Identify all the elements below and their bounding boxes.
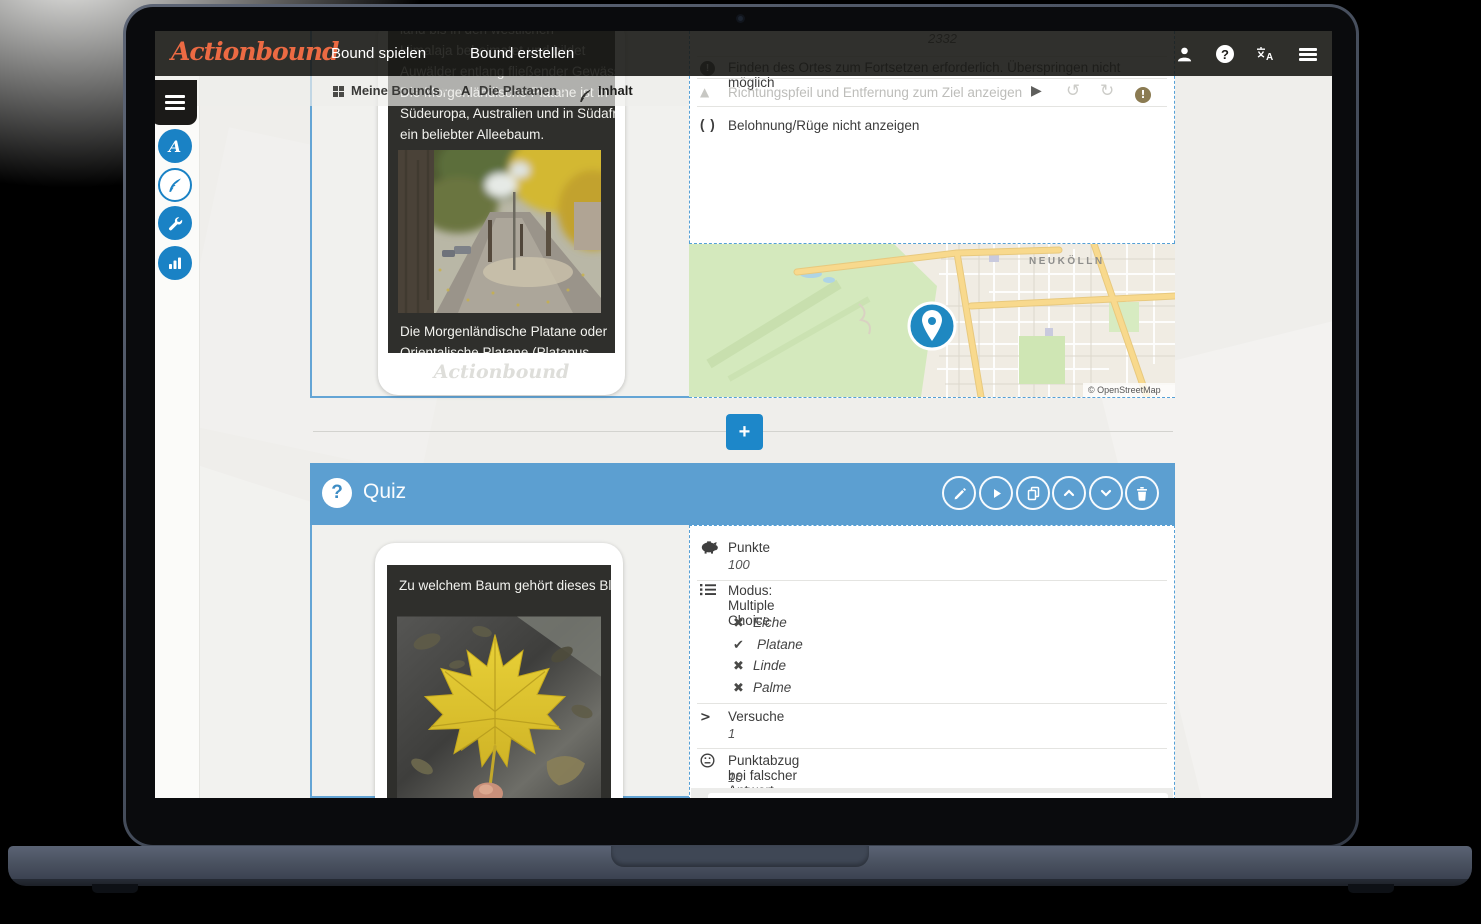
top-navbar: Actionbound Bound spielen Bound erstelle… xyxy=(155,31,1332,76)
feather-icon xyxy=(579,84,592,98)
breadcrumb-my-bounds[interactable]: Meine Bounds xyxy=(351,76,440,106)
nav-bound-spielen[interactable]: Bound spielen xyxy=(317,31,440,76)
laptop-foot xyxy=(1348,884,1394,893)
row-divider xyxy=(697,78,1167,79)
grid-icon xyxy=(333,86,344,97)
setting-row-attempts: > Versuche 1 xyxy=(700,709,711,725)
map-green-patch xyxy=(1019,336,1065,384)
laptop-base xyxy=(8,846,1472,886)
sidebar-settings-button[interactable] xyxy=(158,206,192,240)
move-up-button[interactable] xyxy=(1052,476,1086,510)
chevron-right-icon: > xyxy=(700,710,711,725)
answer-input[interactable] xyxy=(708,793,1168,798)
quiz-option-row: ✖ Palme xyxy=(733,680,744,696)
phone-screen: Zu welchem Baum gehört dieses Blatt? xyxy=(387,565,611,798)
map-district-label: NEUKÖLLN xyxy=(1029,254,1105,267)
nav-bound-erstellen[interactable]: Bound erstellen xyxy=(456,31,588,76)
add-element-button[interactable]: + xyxy=(726,414,763,450)
setting-row-reward: ( ) Belohnung/Rüge nicht anzeigen xyxy=(700,117,1170,132)
phone-text-line: Südeuropa, Australien und in Südafrika xyxy=(400,103,615,124)
laptop-lid: 2332 ! Finden des Ortes zum Fortsetzen e… xyxy=(123,4,1359,848)
play-icon[interactable]: ▶ xyxy=(1031,83,1042,99)
help-icon[interactable]: ? xyxy=(1213,42,1237,66)
setting-row-direction: ▲ Richtungspfeil und Entfernung zum Ziel… xyxy=(700,84,1050,99)
duplicate-button[interactable] xyxy=(1016,476,1050,510)
sidebar-bound-button[interactable]: A xyxy=(158,129,192,163)
row-divider xyxy=(697,106,1167,107)
quiz-section-title: Quiz xyxy=(363,480,406,504)
quiz-option-row: ✔ Platane xyxy=(733,637,744,653)
laptop-base-edge xyxy=(8,879,1472,886)
webcam-dot xyxy=(738,16,743,21)
breadcrumb-content[interactable]: Inhalt xyxy=(598,76,633,106)
laptop-mockup: 2332 ! Finden des Ortes zum Fortsetzen e… xyxy=(0,0,1481,924)
cross-icon: ✖ xyxy=(733,681,744,696)
row-divider xyxy=(697,748,1167,749)
phone-caption-line: Die Morgenländische Platane oder xyxy=(400,321,607,342)
setting-row-mode: Modus: Multiple Choice xyxy=(700,583,716,599)
phone-brand-embossed: Actionbound xyxy=(378,361,625,383)
quiz-question-text: Zu welchem Baum gehört dieses Blatt? xyxy=(399,575,611,596)
menu-icon[interactable] xyxy=(1296,42,1320,66)
avenue-photo xyxy=(398,150,601,313)
parentheses-icon: ( ) xyxy=(700,117,716,132)
phone-preview-quiz: Zu welchem Baum gehört dieses Blatt? xyxy=(375,543,623,798)
quiz-question-icon: ? xyxy=(322,478,352,508)
translate-icon[interactable]: A xyxy=(1254,42,1278,66)
option-label: Linde xyxy=(753,658,786,673)
breadcrumb-bound-name[interactable]: Die Platanen xyxy=(479,76,557,106)
map-marker-icon xyxy=(909,303,955,349)
quiz-option-row: ✖ Eiche xyxy=(733,615,744,631)
cross-icon: ✖ xyxy=(733,616,744,631)
redo-icon[interactable]: ↻ xyxy=(1100,81,1114,101)
attempts-value: 1 xyxy=(728,726,735,741)
setting-label: Belohnung/Rüge nicht anzeigen xyxy=(728,118,919,133)
setting-row-penalty: Punktabzug bei falscher Antwort 10 xyxy=(700,753,715,771)
row-divider xyxy=(697,703,1167,704)
phone-caption-line: Orientalische Platane (Platanus xyxy=(400,342,589,353)
points-value: 100 xyxy=(728,557,750,572)
actionbound-logo[interactable]: Actionbound xyxy=(171,37,339,66)
delete-button[interactable] xyxy=(1125,476,1159,510)
quiz-option-row: ✖ Linde xyxy=(733,658,744,674)
edit-button[interactable] xyxy=(942,476,976,510)
cross-icon: ✖ xyxy=(733,659,744,674)
setting-label-disabled: Richtungspfeil und Entfernung zum Ziel a… xyxy=(728,85,1022,100)
sidebar-content-button[interactable] xyxy=(158,168,192,202)
map-attribution: © OpenStreetMap xyxy=(1088,385,1161,395)
list-icon xyxy=(700,584,716,599)
chevron-separator-icon: › xyxy=(561,76,566,106)
laptop-foot xyxy=(92,884,138,893)
sad-face-icon xyxy=(700,756,715,771)
chevron-separator-icon: › xyxy=(441,76,446,106)
points-label: Punkte xyxy=(728,540,770,555)
sidebar-stats-button[interactable] xyxy=(158,246,192,280)
option-label: Platane xyxy=(757,637,803,652)
phone-text-line: ein beliebter Alleebaum. xyxy=(400,124,544,145)
points-piggy-icon xyxy=(700,542,718,557)
browser-screen: 2332 ! Finden des Ortes zum Fortsetzen e… xyxy=(155,31,1332,798)
row-divider xyxy=(697,580,1167,581)
breadcrumb: Meine Bounds › A Die Platanen › Inhalt xyxy=(155,76,689,106)
setting-row-points: Punkte 100 xyxy=(700,540,718,557)
warning-icon[interactable]: ! xyxy=(1135,83,1151,103)
bound-a-icon: A xyxy=(461,76,470,106)
undo-icon[interactable]: ↺ xyxy=(1066,81,1080,101)
penalty-value: 10 xyxy=(728,770,742,785)
user-icon[interactable] xyxy=(1172,42,1196,66)
location-arrow-icon: ▲ xyxy=(700,85,709,99)
map[interactable]: NEUKÖLLN © OpenStreetMap xyxy=(689,243,1175,396)
laptop-base-notch xyxy=(611,846,869,867)
attempts-label: Versuche xyxy=(728,709,784,724)
option-label: Palme xyxy=(753,680,791,695)
sidebar-toggle-button[interactable] xyxy=(155,80,197,125)
move-down-button[interactable] xyxy=(1089,476,1123,510)
svg-text:A: A xyxy=(1266,52,1273,62)
laptop-bezel: 2332 ! Finden des Ortes zum Fortsetzen e… xyxy=(126,7,1356,845)
leaf-photo xyxy=(397,609,601,798)
quiz-section-header: ? Quiz xyxy=(310,463,1175,525)
check-icon: ✔ xyxy=(733,638,744,653)
option-label: Eiche xyxy=(753,615,787,630)
test-play-button[interactable] xyxy=(979,476,1013,510)
